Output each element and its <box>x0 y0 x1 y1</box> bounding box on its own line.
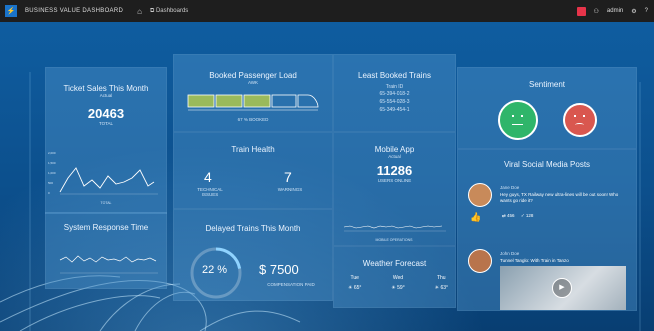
dashboards-label: Dashboards <box>155 7 189 14</box>
negative-sentiment-icon[interactable] <box>563 103 597 137</box>
compensation-label: COMPENSATION PAID <box>267 282 315 287</box>
home-icon[interactable]: ⌂ <box>137 7 142 16</box>
ticket-ytick: 500 <box>48 181 53 185</box>
sentiment-title: Sentiment <box>528 80 566 89</box>
ticket-ytick: 1,000 <box>48 171 56 175</box>
ticket-sales-chart: 2,000 1,500 1,000 500 0 TOTAL <box>48 151 158 205</box>
train-car-full <box>243 94 271 108</box>
dashboards-link[interactable]: ⧉ Dashboards <box>150 8 188 15</box>
viral-posts-tile[interactable]: Viral Social Media Posts Jane Doe Hey gu… <box>457 149 637 311</box>
compensation-amount: $ 7500 <box>259 262 299 277</box>
sun-icon: ☀ <box>348 285 353 291</box>
settings-icon[interactable]: ⚙ <box>631 8 636 15</box>
ticket-ytick: 0 <box>48 191 50 195</box>
warnings-label: WARNINGS <box>277 187 303 192</box>
delayed-trains-tile[interactable]: Delayed Trains This Month 22 % $ 7500 CO… <box>173 209 333 301</box>
thumbs-icon[interactable]: ✓ <box>521 213 525 218</box>
train-health-tile[interactable]: Train Health 4 TECHNICAL ISSUES 7 WARNIN… <box>173 132 333 209</box>
weather-tile[interactable]: Weather Forecast Tue ☀ 65° Wed ☀ 59° Thu… <box>333 246 456 308</box>
least-booked-title: Least Booked Trains <box>358 71 431 80</box>
train-car-full <box>187 94 215 108</box>
mobile-app-title: Mobile App <box>374 145 415 154</box>
issues-value: 4 <box>204 169 212 185</box>
weather-day-label: Thu <box>436 275 446 281</box>
mobile-app-value: 11286 <box>376 163 413 178</box>
weather-day: Wed ☀ 59° <box>391 275 404 291</box>
least-booked-item[interactable]: 65-554-028-3 <box>334 98 455 106</box>
mobile-app-xlabel: MOBILE OPERATIONS <box>376 238 414 242</box>
post-text: Hey guys, TX Railway new ultra-lines wil… <box>500 192 619 203</box>
system-response-chart <box>59 255 158 274</box>
weather-title: Weather Forecast <box>362 259 427 268</box>
user-name[interactable]: admin <box>607 8 623 14</box>
app-title: BUSINESS VALUE DASHBOARD <box>25 8 124 14</box>
post-author[interactable]: John Doe <box>500 251 519 256</box>
sentiment-tile[interactable]: Sentiment <box>457 67 637 149</box>
ticket-sales-xlabel: TOTAL <box>101 201 112 205</box>
ticket-sales-tile[interactable]: Ticket Sales This Month Actual 20463 TOT… <box>45 67 167 214</box>
shares-count: 128 <box>525 213 534 218</box>
weather-temp: 63° <box>440 285 448 291</box>
dashboards-icon: ⧉ <box>149 7 155 14</box>
delayed-title: Delayed Trains This Month <box>205 224 301 233</box>
weather-day-label: Wed <box>392 275 404 281</box>
app-logo-icon[interactable]: ⚡ <box>5 5 17 17</box>
ticket-ytick: 1,500 <box>48 161 56 165</box>
play-icon[interactable]: ▶ <box>552 278 572 298</box>
system-response-tile[interactable]: System Response Time <box>45 212 167 289</box>
post-author[interactable]: Jane Doe <box>500 185 519 190</box>
help-icon[interactable]: ? <box>645 8 648 14</box>
ticket-sales-title: Ticket Sales This Month <box>63 84 149 93</box>
avatar[interactable] <box>468 183 492 207</box>
booked-caption: 67 % BOOKED <box>237 117 269 122</box>
delayed-percent: 22 % <box>202 264 228 276</box>
weather-day: Thu ☀ 63° <box>435 275 448 291</box>
avatar[interactable] <box>468 249 492 273</box>
least-booked-tile[interactable]: Least Booked Trains Train ID 65-394-018-… <box>333 54 456 132</box>
mobile-app-chart: MOBILE OPERATIONS <box>343 225 446 242</box>
system-response-title: System Response Time <box>63 223 149 232</box>
warnings-value: 7 <box>284 169 292 185</box>
booked-load-title: Booked Passenger Load <box>209 71 297 80</box>
weather-temp: 65° <box>353 285 362 291</box>
alert-icon[interactable] <box>576 6 586 16</box>
train-car-full <box>215 94 243 108</box>
least-booked-item[interactable]: 65-349-454-1 <box>334 106 455 114</box>
positive-sentiment-icon[interactable] <box>498 100 538 140</box>
issues-label: TECHNICAL ISSUES <box>197 187 223 197</box>
least-booked-item[interactable]: 65-394-018-2 <box>334 90 455 98</box>
viral-title: Viral Social Media Posts <box>503 160 591 169</box>
likes-count: 456 <box>507 213 515 218</box>
post-text: Tunnel Tanglo: With Train in Tanzo <box>500 258 569 263</box>
like-icon[interactable]: 👍 <box>470 212 481 223</box>
ticket-sales-subtitle: Actual <box>99 93 113 98</box>
top-bar: ⚡ BUSINESS VALUE DASHBOARD ⌂ ⧉ Dashboard… <box>0 0 654 22</box>
weather-day: Tue ☀ 65° <box>348 275 361 291</box>
train-car-empty <box>271 94 297 108</box>
user-icon[interactable]: ⚇ <box>594 8 599 15</box>
ticket-ytick: 2,000 <box>48 151 56 155</box>
weather-day-label: Tue <box>350 275 359 281</box>
booked-load-subtitle: AWK <box>247 80 259 85</box>
share-icon[interactable]: ⇄ <box>502 213 506 218</box>
booked-load-tile[interactable]: Booked Passenger Load AWK 67 % BOOKED <box>173 54 333 132</box>
weather-temp: 59° <box>397 285 405 291</box>
video-thumbnail[interactable]: ▶ <box>500 266 626 310</box>
post-stats: ⇄ 456 ✓ 128 <box>502 213 533 219</box>
ticket-sales-value: 20463 <box>87 106 125 121</box>
sun-icon: ☀ <box>434 285 440 291</box>
ticket-sales-caption: TOTAL <box>98 121 114 126</box>
mobile-app-subtitle: Actual <box>388 154 401 159</box>
mobile-app-tile[interactable]: Mobile App Actual 11286 USERS ONLINE MOB… <box>333 132 456 246</box>
train-health-title: Train Health <box>231 145 275 154</box>
sun-icon: ☀ <box>391 285 396 291</box>
train-engine <box>297 94 319 108</box>
mobile-app-caption: USERS ONLINE <box>377 178 412 183</box>
